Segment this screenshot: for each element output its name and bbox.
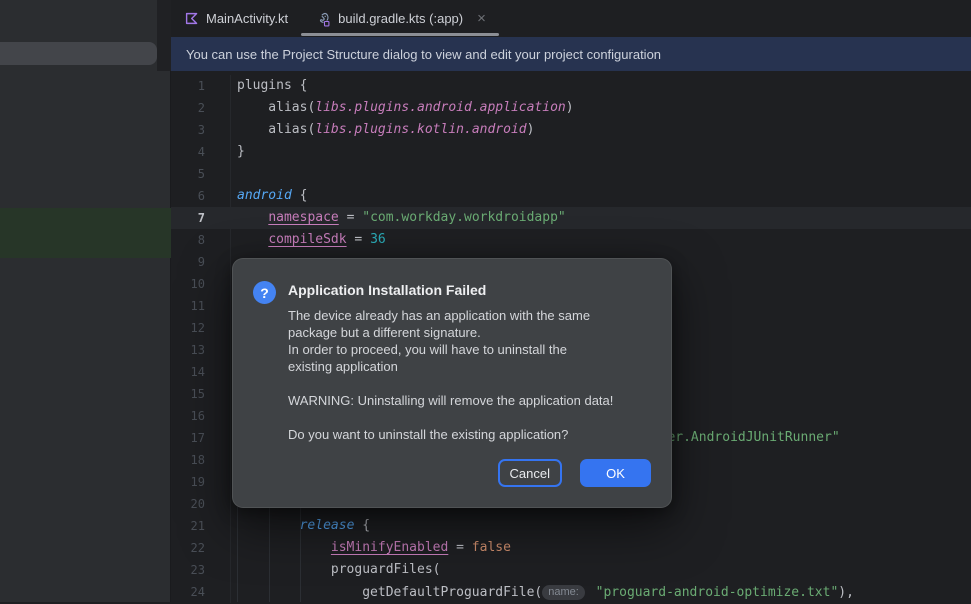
code-text: plugins { (231, 75, 307, 97)
gutter (205, 559, 231, 581)
gutter (205, 471, 231, 493)
code-line[interactable]: 22 isMinifyEnabled = false (171, 537, 971, 559)
line-number[interactable]: 22 (171, 537, 205, 559)
gutter (205, 537, 231, 559)
code-text: isMinifyEnabled = false (231, 537, 511, 559)
gutter (205, 273, 231, 295)
code-line[interactable]: 6 android { (171, 185, 971, 207)
line-number[interactable]: 7 (171, 207, 205, 229)
line-number[interactable]: 23 (171, 559, 205, 581)
gutter (205, 427, 231, 449)
code-text: namespace = "com.workday.workdroidapp" (231, 207, 566, 229)
code-line[interactable]: 4} (171, 141, 971, 163)
tab-label: build.gradle.kts (:app) (338, 11, 463, 26)
code-line[interactable]: 7 namespace = "com.workday.workdroidapp" (171, 207, 971, 229)
panel-editor-divider (157, 0, 171, 71)
line-number[interactable]: 14 (171, 361, 205, 383)
gutter (205, 493, 231, 515)
cancel-button[interactable]: Cancel (498, 459, 562, 487)
code-text: compileSdk = 36 (231, 229, 386, 251)
line-number[interactable]: 18 (171, 449, 205, 471)
project-panel-highlight-green (0, 208, 171, 258)
gutter (205, 515, 231, 537)
gutter (205, 97, 231, 119)
gutter (205, 361, 231, 383)
kotlin-file-icon (184, 11, 199, 26)
gutter (205, 405, 231, 427)
gutter (205, 75, 231, 97)
code-text: proguardFiles( (231, 559, 440, 581)
dialog-message: The device already has an application wi… (288, 307, 651, 443)
ok-button[interactable]: OK (580, 459, 651, 487)
question-icon: ? (253, 281, 276, 304)
line-number[interactable]: 20 (171, 493, 205, 515)
application-installation-failed-dialog: ? Application Installation Failed The de… (232, 258, 672, 508)
code-text: alias(libs.plugins.android.application) (231, 97, 574, 119)
line-number[interactable]: 6 (171, 185, 205, 207)
banner-text: You can use the Project Structure dialog… (186, 47, 661, 62)
dialog-title: Application Installation Failed (288, 282, 651, 298)
gutter (205, 581, 231, 603)
code-line[interactable]: 24 getDefaultProguardFile(name: "proguard… (171, 581, 971, 603)
gutter (205, 141, 231, 163)
code-line[interactable]: 21release { (171, 515, 971, 537)
code-line[interactable]: 5 (171, 163, 971, 185)
line-number[interactable]: 3 (171, 119, 205, 141)
code-line[interactable]: 23 proguardFiles( (171, 559, 971, 581)
line-number[interactable]: 17 (171, 427, 205, 449)
project-structure-banner: You can use the Project Structure dialog… (171, 37, 971, 71)
code-text: android { (231, 185, 307, 207)
gutter (205, 317, 231, 339)
editor-tab-bar: MainActivity.kt build.gradle.kts (:app) … (171, 0, 971, 37)
code-line[interactable]: 2 alias(libs.plugins.android.application… (171, 97, 971, 119)
code-line[interactable]: 3 alias(libs.plugins.kotlin.android) (171, 119, 971, 141)
line-number[interactable]: 13 (171, 339, 205, 361)
code-text: alias(libs.plugins.kotlin.android) (231, 119, 534, 141)
gutter (205, 229, 231, 251)
code-text: getDefaultProguardFile(name: "proguard-a… (231, 581, 854, 603)
project-panel (0, 0, 171, 602)
line-number[interactable]: 1 (171, 75, 205, 97)
project-panel-selected-item[interactable] (0, 42, 157, 65)
line-number[interactable]: 11 (171, 295, 205, 317)
dialog-buttons: Cancel OK (498, 459, 651, 487)
code-text: } (231, 141, 245, 163)
line-number[interactable]: 5 (171, 163, 205, 185)
line-number[interactable]: 12 (171, 317, 205, 339)
gutter (205, 449, 231, 471)
line-number[interactable]: 4 (171, 141, 205, 163)
line-number[interactable]: 2 (171, 97, 205, 119)
gutter (205, 119, 231, 141)
line-number[interactable]: 9 (171, 251, 205, 273)
line-number[interactable]: 16 (171, 405, 205, 427)
code-text (231, 163, 237, 185)
gutter (205, 295, 231, 317)
gutter (205, 185, 231, 207)
line-number[interactable]: 8 (171, 229, 205, 251)
code-line[interactable]: 1 plugins { (171, 75, 971, 97)
gutter (205, 383, 231, 405)
tab-label: MainActivity.kt (206, 11, 288, 26)
tab-build-gradle-kts[interactable]: build.gradle.kts (:app) × (301, 0, 499, 37)
line-number[interactable]: 19 (171, 471, 205, 493)
gutter (205, 163, 231, 185)
gutter (205, 339, 231, 361)
line-number[interactable]: 10 (171, 273, 205, 295)
code-line[interactable]: 8 compileSdk = 36 (171, 229, 971, 251)
gutter (205, 207, 231, 229)
tab-mainactivity-kt[interactable]: MainActivity.kt (171, 0, 301, 37)
gradle-file-icon (314, 11, 331, 27)
gutter (205, 251, 231, 273)
close-icon[interactable]: × (477, 11, 486, 26)
line-number[interactable]: 24 (171, 581, 205, 603)
line-number[interactable]: 15 (171, 383, 205, 405)
line-number[interactable]: 21 (171, 515, 205, 537)
